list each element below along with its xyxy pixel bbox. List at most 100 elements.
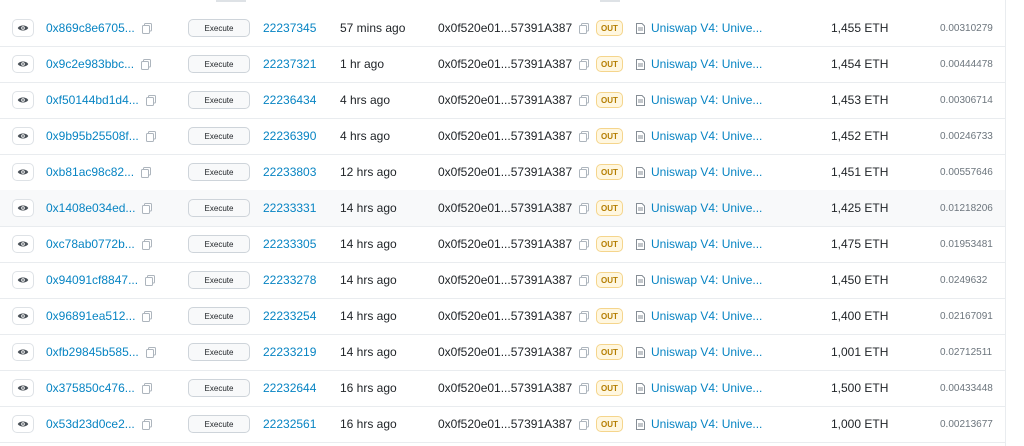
preview-button[interactable] <box>12 307 34 325</box>
block-link[interactable]: 22232644 <box>263 381 316 395</box>
txn-hash-link[interactable]: 0x1408e034ed... <box>46 201 135 215</box>
preview-button[interactable] <box>12 343 34 361</box>
eye-icon <box>17 349 29 355</box>
txn-hash-link[interactable]: 0x9c2e983bbc... <box>46 57 134 71</box>
block-link[interactable]: 22233219 <box>263 345 316 359</box>
from-address[interactable]: 0x0f520e01...57391A387 <box>438 129 572 143</box>
copy-icon[interactable] <box>141 418 152 430</box>
block-link[interactable]: 22233331 <box>263 201 316 215</box>
to-address-link[interactable]: Uniswap V4: Unive... <box>651 273 762 287</box>
copy-icon[interactable] <box>145 94 156 106</box>
from-address[interactable]: 0x0f520e01...57391A387 <box>438 57 572 71</box>
preview-button[interactable] <box>12 235 34 253</box>
direction-badge: OUT <box>596 200 623 216</box>
from-address[interactable]: 0x0f520e01...57391A387 <box>438 345 572 359</box>
to-address-link[interactable]: Uniswap V4: Unive... <box>651 309 762 323</box>
method-badge: Execute <box>188 271 250 289</box>
copy-icon[interactable] <box>142 202 153 214</box>
age-text: 14 hrs ago <box>340 201 397 215</box>
block-link[interactable]: 22233254 <box>263 309 316 323</box>
preview-button[interactable] <box>12 19 34 37</box>
copy-icon[interactable] <box>579 58 590 70</box>
to-address-link[interactable]: Uniswap V4: Unive... <box>651 21 762 35</box>
copy-icon[interactable] <box>579 202 590 214</box>
block-link[interactable]: 22237321 <box>263 57 316 71</box>
block-link[interactable]: 22233803 <box>263 165 316 179</box>
preview-button[interactable] <box>12 163 34 181</box>
contract-icon <box>636 58 645 70</box>
copy-icon[interactable] <box>145 346 156 358</box>
eye-icon <box>17 61 29 67</box>
txn-hash-link[interactable]: 0xf50144bd1d4... <box>46 93 139 107</box>
from-address[interactable]: 0x0f520e01...57391A387 <box>438 381 572 395</box>
copy-icon[interactable] <box>141 22 152 34</box>
preview-button[interactable] <box>12 55 34 73</box>
txn-hash-link[interactable]: 0x869c8e6705... <box>46 21 135 35</box>
block-link[interactable]: 22233278 <box>263 273 316 287</box>
preview-button[interactable] <box>12 199 34 217</box>
copy-icon[interactable] <box>579 238 590 250</box>
to-address-link[interactable]: Uniswap V4: Unive... <box>651 165 762 179</box>
preview-button[interactable] <box>12 91 34 109</box>
txn-hash-link[interactable]: 0xc78ab0772b... <box>46 237 135 251</box>
to-address-link[interactable]: Uniswap V4: Unive... <box>651 129 762 143</box>
copy-icon[interactable] <box>579 382 590 394</box>
copy-icon[interactable] <box>145 130 156 142</box>
txn-hash-link[interactable]: 0x94091cf8847... <box>46 273 138 287</box>
preview-button[interactable] <box>12 415 34 433</box>
from-address[interactable]: 0x0f520e01...57391A387 <box>438 417 572 431</box>
copy-icon[interactable] <box>579 274 590 286</box>
block-link[interactable]: 22236434 <box>263 93 316 107</box>
to-address-link[interactable]: Uniswap V4: Unive... <box>651 201 762 215</box>
copy-icon[interactable] <box>141 166 152 178</box>
copy-icon[interactable] <box>141 238 152 250</box>
copy-icon[interactable] <box>141 58 152 70</box>
from-address[interactable]: 0x0f520e01...57391A387 <box>438 93 572 107</box>
txn-hash-link[interactable]: 0xfb29845b585... <box>46 345 139 359</box>
method-badge: Execute <box>188 19 250 37</box>
copy-icon[interactable] <box>579 22 590 34</box>
to-address-link[interactable]: Uniswap V4: Unive... <box>651 417 762 431</box>
to-address-link[interactable]: Uniswap V4: Unive... <box>651 381 762 395</box>
txn-hash-link[interactable]: 0x96891ea512... <box>46 309 135 323</box>
from-address[interactable]: 0x0f520e01...57391A387 <box>438 21 572 35</box>
amount-value: 1,475 ETH <box>831 237 889 251</box>
copy-icon[interactable] <box>579 130 590 142</box>
copy-icon[interactable] <box>579 418 590 430</box>
direction-badge: OUT <box>596 380 623 396</box>
to-address-link[interactable]: Uniswap V4: Unive... <box>651 345 762 359</box>
contract-icon <box>636 202 645 214</box>
txn-hash-link[interactable]: 0x375850c476... <box>46 381 135 395</box>
block-link[interactable]: 22232561 <box>263 417 316 431</box>
from-address[interactable]: 0x0f520e01...57391A387 <box>438 237 572 251</box>
from-address[interactable]: 0x0f520e01...57391A387 <box>438 165 572 179</box>
table-row: 0x96891ea512... Execute 22233254 14 hrs … <box>0 298 1005 335</box>
txn-hash-link[interactable]: 0xb81ac98c82... <box>46 165 134 179</box>
from-address[interactable]: 0x0f520e01...57391A387 <box>438 309 572 323</box>
block-link[interactable]: 22233305 <box>263 237 316 251</box>
eye-icon <box>17 205 29 211</box>
from-address[interactable]: 0x0f520e01...57391A387 <box>438 201 572 215</box>
contract-icon <box>636 346 645 358</box>
amount-value: 1,451 ETH <box>831 165 889 179</box>
table-row: 0xf50144bd1d4... Execute 22236434 4 hrs … <box>0 82 1005 119</box>
table-row: 0x94091cf8847... Execute 22233278 14 hrs… <box>0 262 1005 299</box>
to-address-link[interactable]: Uniswap V4: Unive... <box>651 237 762 251</box>
to-address-link[interactable]: Uniswap V4: Unive... <box>651 57 762 71</box>
copy-icon[interactable] <box>579 166 590 178</box>
copy-icon[interactable] <box>141 382 152 394</box>
block-link[interactable]: 22237345 <box>263 21 316 35</box>
copy-icon[interactable] <box>145 274 156 286</box>
preview-button[interactable] <box>12 379 34 397</box>
block-link[interactable]: 22236390 <box>263 129 316 143</box>
txn-hash-link[interactable]: 0x53d23d0ce2... <box>46 417 135 431</box>
txn-hash-link[interactable]: 0x9b95b25508f... <box>46 129 139 143</box>
copy-icon[interactable] <box>142 310 153 322</box>
from-address[interactable]: 0x0f520e01...57391A387 <box>438 273 572 287</box>
preview-button[interactable] <box>12 127 34 145</box>
preview-button[interactable] <box>12 271 34 289</box>
copy-icon[interactable] <box>579 310 590 322</box>
copy-icon[interactable] <box>579 94 590 106</box>
to-address-link[interactable]: Uniswap V4: Unive... <box>651 93 762 107</box>
copy-icon[interactable] <box>579 346 590 358</box>
